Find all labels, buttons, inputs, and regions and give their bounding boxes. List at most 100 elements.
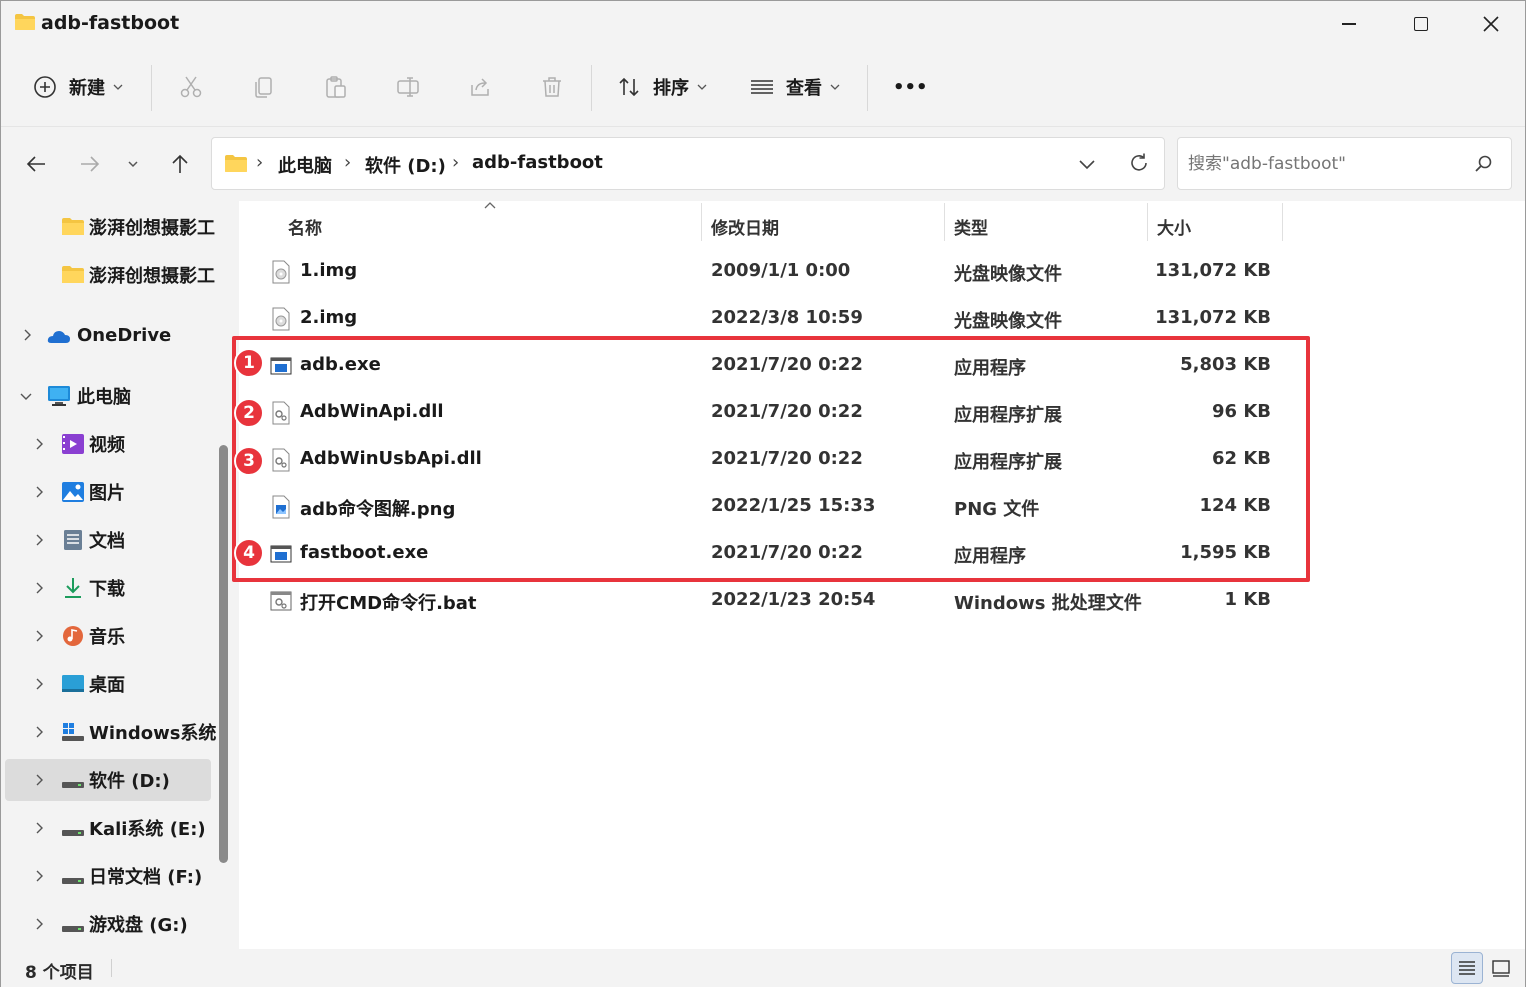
breadcrumb-drive-d[interactable]: 软件 (D:) [365, 152, 446, 178]
large-icons-view-button[interactable] [1485, 952, 1517, 984]
cut-button[interactable] [179, 69, 203, 105]
share-button[interactable] [468, 69, 492, 105]
sidebar-item-label: Kali系统 (E:) [89, 819, 206, 840]
chevron-right-icon[interactable] [33, 774, 45, 786]
chevron-right-icon[interactable] [33, 870, 45, 882]
item-count: 8 个项目 [25, 963, 94, 983]
sidebar-item-desktop[interactable]: 桌面 [5, 663, 211, 705]
drive-icon [62, 830, 84, 836]
chevron-down-icon [128, 161, 138, 168]
sidebar-scrollbar[interactable] [217, 445, 229, 863]
chevron-right-icon[interactable] [33, 582, 45, 594]
view-button[interactable]: 查看 [750, 69, 840, 105]
chevron-right-icon[interactable] [33, 534, 45, 546]
chevron-right-icon[interactable] [33, 630, 45, 642]
forward-button[interactable] [75, 149, 105, 179]
details-view-button[interactable] [1451, 952, 1483, 984]
status-divider [111, 959, 112, 977]
copy-button[interactable] [252, 69, 276, 105]
sidebar-item-drive-f[interactable]: 日常文档 (F:) [5, 855, 211, 897]
breadcrumb-chevron-icon: › [452, 152, 460, 173]
chevron-down-icon[interactable] [20, 390, 32, 402]
window-title: adb-fastboot [41, 12, 180, 34]
sidebar-item-onedrive[interactable]: OneDrive [5, 314, 211, 356]
file-type: 光盘映像文件 [954, 311, 1062, 332]
navigation-pane: 澎湃创想摄影工 澎湃创想摄影工 OneDrive 此电脑 视频 图片 文档 下载… [1, 201, 237, 949]
search-input[interactable] [1188, 150, 1468, 178]
sidebar-item-label: 文档 [89, 531, 125, 552]
share-icon [471, 78, 489, 96]
up-button[interactable] [165, 149, 195, 179]
paste-button[interactable] [324, 69, 348, 105]
column-header-size[interactable]: 大小 [1157, 209, 1191, 243]
folder-icon [225, 155, 247, 172]
chevron-right-icon[interactable] [33, 918, 45, 930]
column-divider[interactable] [1147, 203, 1148, 241]
chevron-right-icon[interactable] [21, 329, 33, 341]
chevron-right-icon[interactable] [33, 438, 45, 450]
sort-button[interactable]: 排序 [617, 69, 707, 105]
more-options-button[interactable]: ••• [893, 69, 928, 105]
file-row[interactable]: 1.img 2009/1/1 0:00 光盘映像文件 131,072 KB [239, 248, 1525, 295]
breadcrumb-current-folder[interactable]: adb-fastboot [472, 152, 603, 173]
music-icon [63, 626, 83, 646]
minimize-button[interactable] [1313, 1, 1385, 47]
scrollbar-thumb[interactable] [219, 445, 228, 863]
add-circle-icon [34, 76, 56, 98]
chevron-right-icon[interactable] [33, 822, 45, 834]
column-header-type[interactable]: 类型 [954, 209, 988, 243]
address-history-chevron-icon[interactable] [1077, 154, 1097, 174]
sidebar-item-music[interactable]: 音乐 [5, 615, 211, 657]
view-list-icon [751, 80, 773, 94]
column-header-date[interactable]: 修改日期 [711, 209, 779, 243]
sidebar-item-downloads[interactable]: 下载 [5, 567, 211, 609]
chevron-right-icon[interactable] [33, 486, 45, 498]
file-row[interactable]: 打开CMD命令行.bat 2022/1/23 20:54 Windows 批处理… [239, 577, 1525, 624]
search-box[interactable] [1177, 137, 1512, 190]
address-bar[interactable]: › 此电脑 › 软件 (D:) › adb-fastboot [211, 137, 1165, 190]
close-button[interactable] [1455, 1, 1526, 47]
chevron-right-icon[interactable] [33, 678, 45, 690]
chevron-down-icon [697, 84, 707, 90]
sidebar-item-drive-g[interactable]: 游戏盘 (G:) [5, 903, 211, 945]
file-date: 2022/3/8 10:59 [711, 307, 863, 328]
sidebar-item-windows-drive[interactable]: Windows系统 [5, 711, 216, 753]
paste-icon [326, 76, 346, 98]
recent-locations-button[interactable] [118, 149, 148, 179]
sidebar-item-label: 视频 [89, 435, 125, 456]
sort-icon [619, 77, 639, 97]
back-button[interactable] [21, 149, 51, 179]
sort-ascending-icon [484, 202, 496, 209]
breadcrumb-this-pc[interactable]: 此电脑 [278, 152, 332, 178]
bat-icon [270, 591, 292, 611]
sidebar-item-label: Windows系统 [89, 723, 217, 744]
sidebar-item-pinned-folder-2[interactable]: 澎湃创想摄影工 [5, 254, 215, 296]
sidebar-item-drive-e[interactable]: Kali系统 (E:) [5, 807, 211, 849]
file-size: 1 KB [1224, 589, 1271, 610]
sidebar-item-this-pc[interactable]: 此电脑 [5, 375, 211, 417]
maximize-button[interactable] [1385, 1, 1457, 47]
file-row[interactable]: 2.img 2022/3/8 10:59 光盘映像文件 131,072 KB [239, 295, 1525, 342]
sidebar-item-label: OneDrive [77, 324, 172, 346]
column-divider[interactable] [944, 203, 945, 241]
delete-button[interactable] [540, 69, 564, 105]
new-button[interactable]: 新建 [33, 69, 123, 105]
sidebar-item-label: 软件 (D:) [89, 771, 170, 792]
sidebar-item-pictures[interactable]: 图片 [5, 471, 211, 513]
refresh-icon[interactable] [1128, 152, 1150, 174]
sidebar-item-drive-d[interactable]: 软件 (D:) [5, 759, 211, 801]
column-divider[interactable] [701, 203, 702, 241]
file-name: 打开CMD命令行.bat [300, 593, 477, 614]
annotation-badge-4: 4 [234, 538, 264, 568]
sidebar-item-pinned-folder-1[interactable]: 澎湃创想摄影工 [5, 206, 215, 248]
column-header-name[interactable]: 名称 [288, 209, 322, 243]
rename-button[interactable] [396, 69, 420, 105]
sidebar-item-label: 澎湃创想摄影工 [89, 218, 215, 239]
search-icon[interactable] [1474, 154, 1494, 174]
sidebar-item-label: 桌面 [89, 675, 125, 696]
sidebar-item-videos[interactable]: 视频 [5, 423, 211, 465]
sidebar-item-documents[interactable]: 文档 [5, 519, 211, 561]
chevron-right-icon[interactable] [33, 726, 45, 738]
column-divider[interactable] [1282, 203, 1283, 241]
status-bar: 8 个项目 [1, 949, 1525, 987]
